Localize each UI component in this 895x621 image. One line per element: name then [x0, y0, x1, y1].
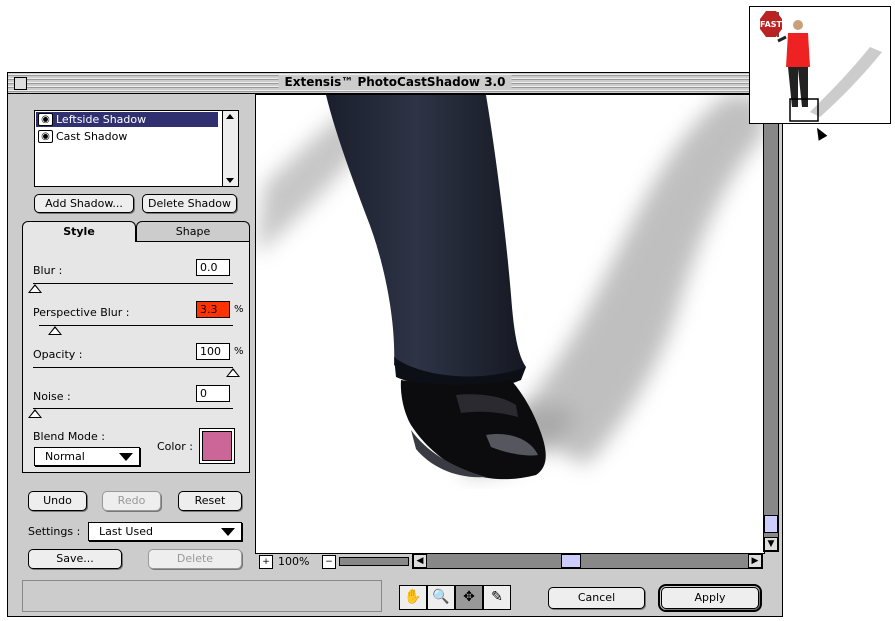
- undo-button[interactable]: Undo: [28, 491, 87, 511]
- shadow-list-item[interactable]: ◉ Cast Shadow: [36, 129, 218, 144]
- stop-sign-text: FAST: [760, 20, 783, 29]
- save-settings-button[interactable]: Save...: [28, 549, 122, 569]
- blend-mode-select[interactable]: Normal: [34, 447, 140, 466]
- noise-slider-track[interactable]: [33, 408, 233, 409]
- redo-button[interactable]: Redo: [102, 491, 161, 511]
- move-tool-icon[interactable]: ✥: [455, 585, 483, 610]
- style-panel: Blur : 0.0 Perspective Blur : 3.3 % Opac…: [22, 241, 250, 473]
- zoom-track[interactable]: [339, 557, 409, 566]
- tab-group: Style Shape Blur : 0.0 Perspective Blur …: [22, 221, 250, 473]
- zoom-tool-icon[interactable]: 🔍: [427, 585, 455, 610]
- noise-field[interactable]: 0: [196, 385, 230, 402]
- noise-label: Noise :: [33, 390, 71, 403]
- horizontal-scroll-thumb[interactable]: [561, 554, 581, 568]
- perspective-blur-slider-thumb[interactable]: [48, 326, 62, 335]
- scroll-up-arrow-icon[interactable]: [226, 114, 234, 119]
- blur-slider-track[interactable]: [33, 283, 233, 284]
- shadow-list-scrollbar[interactable]: [222, 111, 238, 186]
- scroll-left-button[interactable]: ◀: [413, 554, 427, 568]
- mouse-pointer-icon: [812, 125, 828, 141]
- opacity-slider-track[interactable]: [33, 367, 233, 368]
- shadow-list-item-label: Leftside Shadow: [56, 113, 147, 126]
- zoom-out-button[interactable]: −: [322, 555, 336, 569]
- shadow-list-item[interactable]: ◉ Leftside Shadow: [36, 112, 218, 127]
- chevron-down-icon: [221, 528, 235, 536]
- delete-settings-button[interactable]: Delete: [148, 549, 242, 569]
- reset-button[interactable]: Reset: [178, 491, 242, 511]
- blur-field[interactable]: 0.0: [196, 259, 230, 276]
- color-swatch[interactable]: [199, 428, 235, 464]
- noise-slider-thumb[interactable]: [28, 409, 42, 418]
- plugin-window: Extensis™ PhotoCastShadow 3.0 ◉ Leftside…: [7, 72, 783, 617]
- zoom-controls: + 100% −: [257, 554, 412, 569]
- status-area: [22, 580, 382, 612]
- blur-slider-thumb[interactable]: [28, 284, 42, 293]
- settings-value: Last Used: [99, 525, 153, 538]
- scroll-down-arrow-icon[interactable]: [226, 178, 234, 183]
- navigator-thumbnail[interactable]: FAST: [749, 6, 891, 124]
- opacity-unit: %: [234, 346, 244, 357]
- scroll-down-button[interactable]: ▼: [764, 537, 778, 551]
- blur-label: Blur :: [33, 264, 63, 277]
- blend-mode-label: Blend Mode :: [33, 430, 105, 443]
- tab-shape[interactable]: Shape: [136, 221, 250, 241]
- eyedropper-tool-icon[interactable]: ✎: [483, 585, 511, 610]
- window-title: Extensis™ PhotoCastShadow 3.0: [278, 75, 512, 89]
- navigator-image: FAST: [760, 11, 882, 122]
- shadow-list[interactable]: ◉ Leftside Shadow ◉ Cast Shadow: [34, 110, 239, 187]
- opacity-label: Opacity :: [33, 348, 83, 361]
- controls-panel: ◉ Leftside Shadow ◉ Cast Shadow Add Shad…: [8, 94, 255, 574]
- tool-palette: ✋ 🔍 ✥ ✎: [399, 585, 517, 610]
- add-shadow-button[interactable]: Add Shadow...: [34, 194, 134, 213]
- opacity-slider-thumb[interactable]: [226, 368, 240, 377]
- perspective-blur-slider-track[interactable]: [39, 325, 233, 326]
- shoe-photo: [256, 95, 764, 480]
- title-bar[interactable]: Extensis™ PhotoCastShadow 3.0: [8, 73, 782, 94]
- settings-select[interactable]: Last Used: [88, 522, 242, 541]
- eye-icon[interactable]: ◉: [38, 113, 53, 126]
- delete-shadow-button[interactable]: Delete Shadow: [142, 194, 237, 213]
- perspective-blur-label: Perspective Blur :: [33, 306, 130, 319]
- opacity-field[interactable]: 100: [196, 343, 230, 360]
- chevron-down-icon: [119, 453, 133, 461]
- hand-tool-icon[interactable]: ✋: [399, 585, 427, 610]
- scroll-right-button[interactable]: ▶: [748, 554, 762, 568]
- eye-icon[interactable]: ◉: [38, 130, 53, 143]
- perspective-blur-field[interactable]: 3.3: [196, 301, 230, 318]
- perspective-blur-unit: %: [234, 304, 244, 315]
- zoom-level: 100%: [278, 555, 310, 568]
- shadow-list-item-label: Cast Shadow: [56, 130, 128, 143]
- horizontal-scrollbar[interactable]: ◀ ▶: [412, 553, 763, 569]
- zoom-in-button[interactable]: +: [259, 555, 273, 569]
- apply-button[interactable]: Apply: [658, 584, 762, 612]
- cancel-button[interactable]: Cancel: [548, 587, 645, 609]
- tab-style[interactable]: Style: [22, 221, 136, 242]
- blend-mode-value: Normal: [45, 450, 85, 463]
- settings-label: Settings :: [28, 525, 81, 538]
- close-box[interactable]: [14, 77, 27, 90]
- color-label: Color :: [157, 440, 193, 453]
- vertical-scroll-thumb[interactable]: [764, 515, 778, 533]
- vertical-scrollbar[interactable]: ▲ ▼: [763, 94, 779, 552]
- preview-canvas[interactable]: [255, 94, 765, 554]
